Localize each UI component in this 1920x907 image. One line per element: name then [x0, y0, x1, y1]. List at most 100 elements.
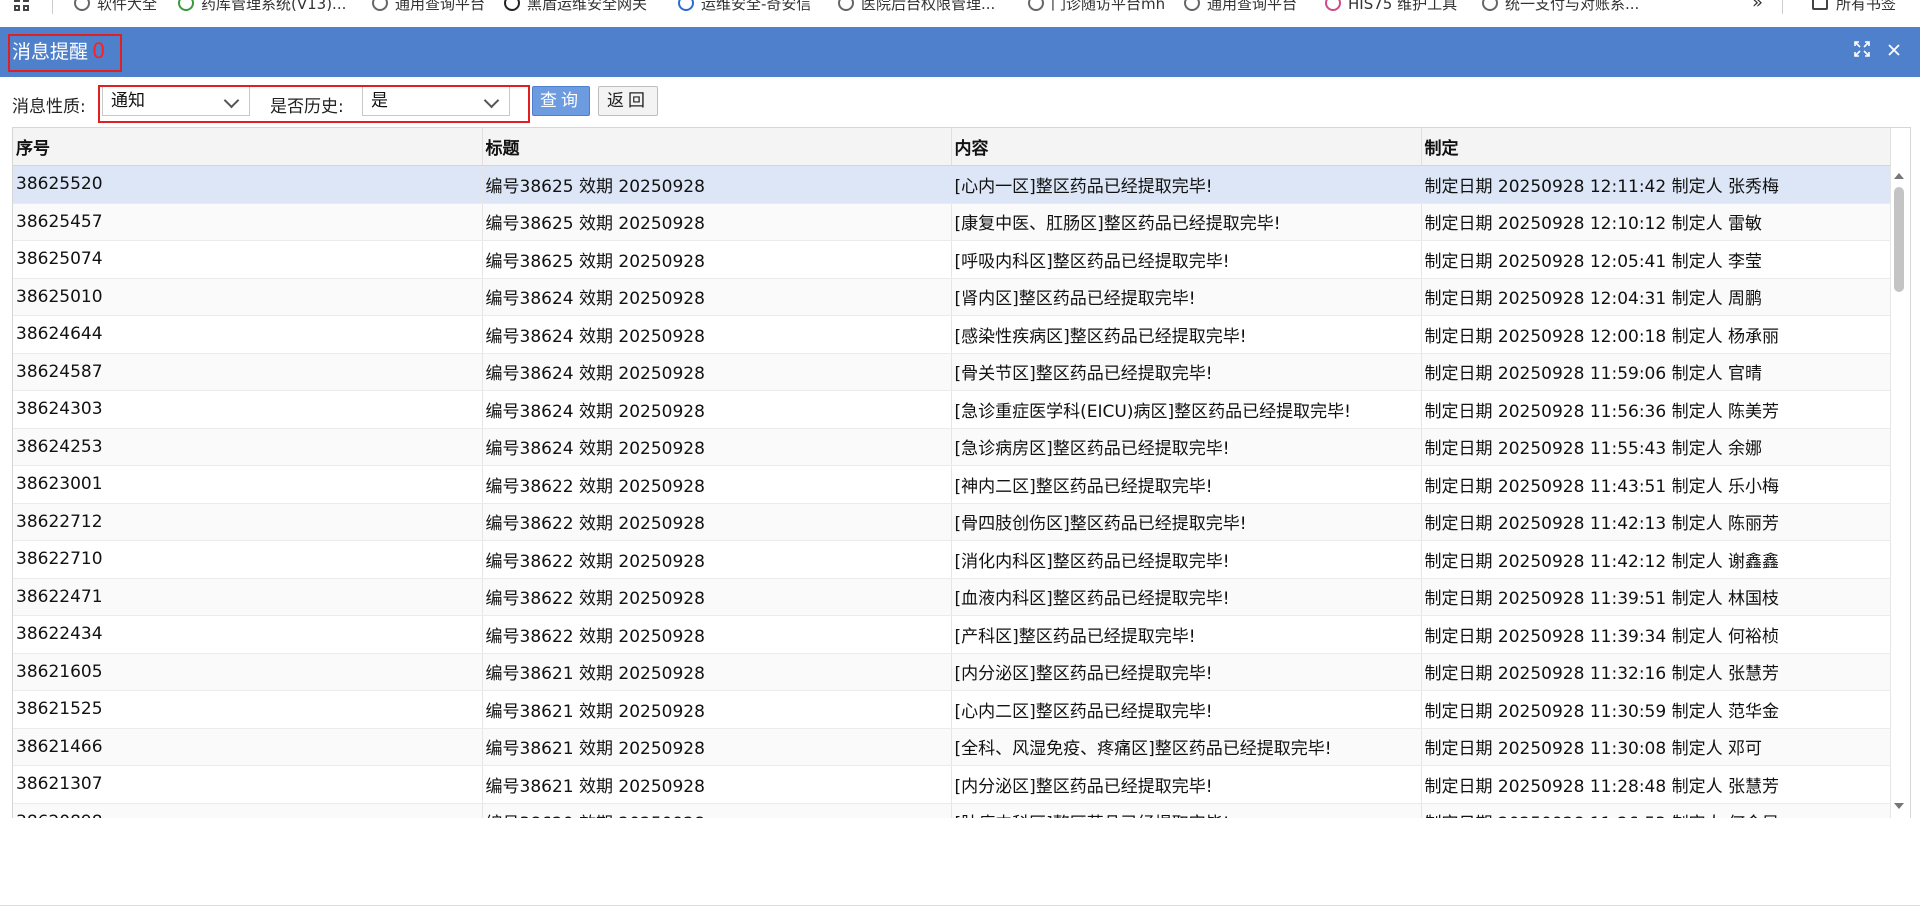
table-scrollbar[interactable] — [1891, 165, 1907, 817]
cell-created: 制定日期 20250928 11:59:06 制定人 官晴 — [1421, 353, 1891, 391]
cell-serial: 38621605 — [13, 653, 483, 691]
cell-title: 编号38624 效期 20250928 — [482, 315, 952, 354]
cell-created: 制定日期 20250928 11:30:59 制定人 范华金 — [1421, 690, 1891, 729]
cell-serial: 38621525 — [13, 690, 483, 729]
table-row[interactable]: 38620898编号38620 效期 20250928[肿瘤内科区]整区药品已经… — [13, 803, 1891, 818]
bookmark-item[interactable]: 门诊随访平台mh — [1028, 0, 1165, 13]
cell-serial: 38624303 — [13, 390, 483, 429]
all-bookmarks-button[interactable]: 所有书签 — [1812, 0, 1896, 14]
apps-grid-icon[interactable] — [14, 0, 34, 14]
bookmark-item[interactable]: 黑盾运维安全网关 — [504, 0, 647, 13]
cell-title: 编号38625 效期 20250928 — [482, 203, 952, 241]
table-row[interactable]: 38621605 编号38621 效期 20250928 [内分泌区]整区药品已经提… — [13, 653, 1891, 691]
cell-content: [肾内区]整区药品已经提取完毕! — [951, 278, 1422, 316]
bookmark-icon — [372, 0, 388, 11]
title-highlight-box — [8, 34, 122, 72]
bookmark-label: 药库管理系统(V13)... — [201, 0, 347, 13]
table-row[interactable]: 38623001 编号38622 效期 20250928 [神内二区]整区药品已经提… — [13, 465, 1891, 504]
table-row[interactable]: 38624253 编号38624 效期 20250928 [急诊病房区]整区药品已经… — [13, 428, 1891, 466]
cell-serial: 38622710 — [13, 540, 483, 579]
table-row[interactable]: 38622434 编号38622 效期 20250928 [产科区]整区药品已经提取… — [13, 615, 1891, 654]
table-row[interactable]: 38625010 编号38624 效期 20250928 [肾内区]整区药品已经提取… — [13, 278, 1891, 316]
dialog-titlebar: 消息提醒 0 — [0, 27, 1920, 77]
chevron-down-icon — [223, 92, 240, 109]
cell-serial: 38623001 — [13, 465, 483, 504]
cell-title: 编号38622 效期 20250928 — [482, 578, 952, 616]
cell-created: 制定日期 20250928 11:43:51 制定人 乐小梅 — [1421, 465, 1891, 504]
cell-title: 编号38624 效期 20250928 — [482, 353, 952, 391]
column-header-created[interactable]: 制定 — [1421, 128, 1891, 166]
more-bookmarks-icon[interactable]: » — [1752, 0, 1763, 13]
cell-serial: 38625520 — [13, 165, 483, 204]
history-select[interactable]: 是 — [362, 86, 510, 116]
back-button[interactable]: 返回 — [598, 86, 658, 116]
cell-serial: 38624587 — [13, 353, 483, 391]
table-row[interactable]: 38624303 编号38624 效期 20250928 [急诊重症医学科(EICU… — [13, 390, 1891, 429]
cell-created: 制定日期 20250928 12:10:12 制定人 雷敏 — [1421, 203, 1891, 241]
scroll-down-icon[interactable] — [1894, 803, 1904, 809]
bookmark-item[interactable]: 软件大全 — [74, 0, 157, 13]
cell-title: 编号38621 效期 20250928 — [482, 653, 952, 691]
cell-title: 编号38622 效期 20250928 — [482, 615, 952, 654]
bookmark-item[interactable]: 医院后台权限管理... — [838, 0, 995, 13]
cell-serial: 38622712 — [13, 503, 483, 541]
cell-title: 编号38621 效期 20250928 — [482, 690, 952, 729]
bookmark-item[interactable]: 药库管理系统(V13)... — [178, 0, 346, 13]
bookmark-label: 软件大全 — [97, 0, 158, 13]
query-button[interactable]: 查询 — [532, 86, 590, 116]
table-row[interactable]: 38621466 编号38621 效期 20250928 [全科、风湿免疫、疼痛区]… — [13, 728, 1891, 766]
table-row[interactable]: 38621307 编号38621 效期 20250928 [内分泌区]整区药品已经提… — [13, 765, 1891, 804]
scroll-up-icon[interactable] — [1894, 173, 1904, 179]
cell-content: [骨四肢创伤区]整区药品已经提取完毕! — [951, 503, 1422, 541]
bookmark-item[interactable]: 运维安全-奇安信 — [678, 0, 811, 13]
table-row[interactable]: 38624587 编号38624 效期 20250928 [骨关节区]整区药品已经提… — [13, 353, 1891, 391]
message-type-select[interactable]: 通知 — [102, 86, 250, 116]
column-header-content[interactable]: 内容 — [951, 128, 1422, 166]
table-row[interactable]: 38622471 编号38622 效期 20250928 [血液内科区]整区药品已经… — [13, 578, 1891, 616]
cell-title: 编号38622 效期 20250928 — [482, 540, 952, 579]
bookmark-icon — [504, 0, 520, 11]
cell-content: [内分泌区]整区药品已经提取完毕! — [951, 653, 1422, 691]
cell-created: 制定日期 20250928 12:05:41 制定人 李莹 — [1421, 240, 1891, 279]
table-row[interactable]: 38625074 编号38625 效期 20250928 [呼吸内科区]整区药品已经… — [13, 240, 1891, 279]
table-row[interactable]: 38622710 编号38622 效期 20250928 [消化内科区]整区药品已经… — [13, 540, 1891, 579]
bookmark-item[interactable]: HIS75 维护工具 — [1325, 0, 1457, 13]
message-type-label: 消息性质: — [12, 97, 86, 117]
table-row[interactable]: 38624644 编号38624 效期 20250928 [感染性疾病区]整区药品已… — [13, 315, 1891, 354]
bookmark-item[interactable]: 统一支付与对账系... — [1482, 0, 1639, 13]
bookmark-label: 门诊随访平台mh — [1051, 0, 1166, 13]
column-header-serial[interactable]: 序号 — [13, 128, 483, 166]
table-row[interactable]: 38625457 编号38625 效期 20250928 [康复中医、肛肠区]整区药… — [13, 203, 1891, 241]
bookmark-icon — [1325, 0, 1341, 11]
filter-bar: 消息性质: 通知 是否历史: 是 查询 返回 — [0, 84, 1920, 124]
cell-serial: 38625457 — [13, 203, 483, 241]
bookmarks-divider — [52, 0, 53, 14]
cell-content: [肿瘤内科区]整区药品已经提取完毕! — [951, 803, 1422, 818]
cell-created: 制定日期 20250928 11:39:51 制定人 林国枝 — [1421, 578, 1891, 616]
cell-created: 制定日期 20250928 11:26:53 制定人 何金凤 — [1421, 803, 1891, 818]
column-header-title[interactable]: 标题 — [482, 128, 952, 166]
chevron-down-icon — [483, 92, 500, 109]
cell-title: 编号38622 效期 20250928 — [482, 465, 952, 504]
bookmark-icon — [1184, 0, 1200, 11]
bookmark-item[interactable]: 通用查询平台 — [372, 0, 485, 13]
cell-serial: 38621307 — [13, 765, 483, 804]
bookmark-icon — [74, 0, 90, 11]
cell-content: [急诊重症医学科(EICU)病区]整区药品已经提取完毕! — [951, 390, 1422, 429]
cell-title: 编号38625 效期 20250928 — [482, 240, 952, 279]
maximize-icon[interactable] — [1850, 39, 1874, 63]
bookmark-item[interactable]: 通用查询平台 — [1184, 0, 1297, 13]
cell-created: 制定日期 20250928 11:28:48 制定人 张慧芳 — [1421, 765, 1891, 804]
table-row[interactable]: 38621525 编号38621 效期 20250928 [心内二区]整区药品已经提… — [13, 690, 1891, 729]
cell-serial: 38621466 — [13, 728, 483, 766]
history-value: 是 — [371, 91, 388, 111]
scrollbar-thumb[interactable] — [1894, 187, 1904, 292]
bookmark-label: HIS75 维护工具 — [1348, 0, 1458, 13]
table-row[interactable]: 38625520 编号38625 效期 20250928 [心内一区]整区药品已经提… — [13, 165, 1891, 204]
bookmarks-divider — [1782, 0, 1783, 14]
folder-icon — [1812, 0, 1828, 10]
table-row[interactable]: 38622712 编号38622 效期 20250928 [骨四肢创伤区]整区药品已… — [13, 503, 1891, 541]
cell-title: 编号38624 效期 20250928 — [482, 390, 952, 429]
bookmark-label: 黑盾运维安全网关 — [527, 0, 648, 13]
close-icon[interactable] — [1882, 39, 1906, 63]
